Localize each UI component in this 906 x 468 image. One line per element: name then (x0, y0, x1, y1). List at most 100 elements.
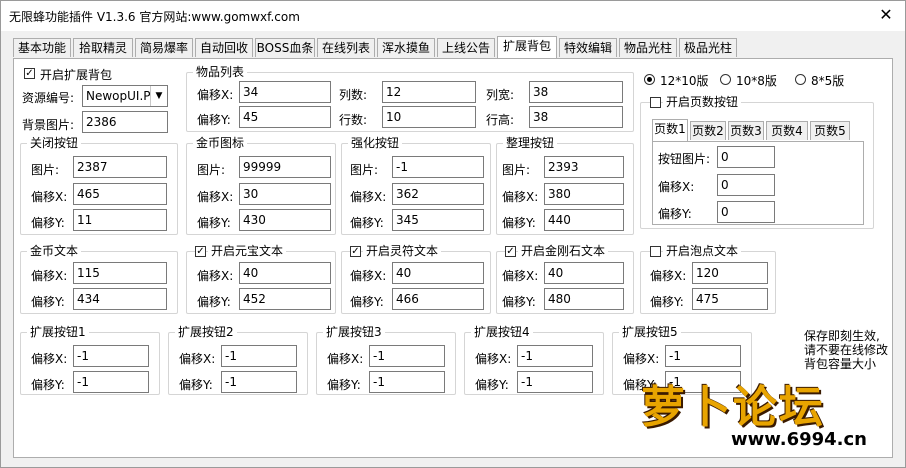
page-tab-3[interactable]: 页数3 (728, 121, 764, 140)
gold-text-y-input[interactable]: 434 (73, 288, 167, 310)
page-button-y-input[interactable]: 0 (717, 201, 775, 223)
close-button-x-label: 偏移X: (31, 190, 68, 204)
lingfu-text-checkbox[interactable]: ✓ (350, 246, 361, 257)
page-tab-bar: 页数1 页数2 页数3 页数4 页数5 (652, 119, 864, 141)
diamond-text-y-input[interactable]: 480 (544, 288, 624, 310)
yuanbao-text-y-input[interactable]: 452 (239, 288, 331, 310)
version-10x8-radio[interactable] (720, 74, 731, 85)
gold-icon-x-input[interactable]: 30 (239, 183, 331, 205)
resource-id-select[interactable]: NewopUI.Pak ▼ (82, 85, 168, 107)
lingfu-text-x-input[interactable]: 40 (392, 262, 484, 284)
item-list-group: 物品列表 偏移X: 34 偏移Y: 45 列数: 12 行数: 10 列宽: 3… (186, 65, 634, 132)
chevron-down-icon[interactable]: ▼ (150, 86, 167, 106)
tab-extend-bag[interactable]: 扩展背包 (497, 36, 557, 58)
ext-button-4-y-input[interactable]: -1 (517, 371, 593, 393)
ext-button-2-x-input[interactable]: -1 (221, 345, 297, 367)
close-button-x-input[interactable]: 465 (73, 183, 167, 205)
bubble-text-checkbox[interactable] (650, 246, 661, 257)
yuanbao-text-checkbox[interactable]: ✓ (195, 246, 206, 257)
page-tab-2[interactable]: 页数2 (690, 121, 726, 140)
ext-button-1-x-input[interactable]: -1 (73, 345, 149, 367)
tab-online-list[interactable]: 在线列表 (317, 38, 375, 57)
close-icon[interactable]: ✕ (875, 4, 897, 26)
page-button-x-label: 偏移X: (658, 180, 695, 194)
yuanbao-text-x-input[interactable]: 40 (239, 262, 331, 284)
close-button-y-input[interactable]: 11 (73, 209, 167, 231)
close-button-title: 关闭按钮 (27, 136, 82, 150)
item-list-offset-y-input[interactable]: 45 (239, 106, 331, 128)
enhance-button-y-label: 偏移Y: (350, 216, 384, 230)
tab-boss-bar[interactable]: BOSS血条 (255, 38, 315, 57)
enable-extend-bag-checkbox[interactable]: ✓ (24, 68, 35, 79)
tab-rare-beam[interactable]: 极品光柱 (679, 38, 737, 57)
item-list-rowh-input[interactable]: 38 (529, 106, 623, 128)
lingfu-text-y-input[interactable]: 466 (392, 288, 484, 310)
item-list-colw-label: 列宽: (486, 88, 515, 102)
enhance-button-y-input[interactable]: 345 (392, 209, 484, 231)
version-12x10-radio[interactable] (644, 74, 655, 85)
enhance-button-img-input[interactable]: -1 (392, 156, 484, 178)
item-list-cols-input[interactable]: 12 (382, 81, 476, 103)
ext-button-4-x-input[interactable]: -1 (517, 345, 593, 367)
watermark: 萝卜论坛 www.6994.cn (627, 363, 899, 463)
ext-button-2-title: 扩展按钮2 (175, 325, 237, 339)
enable-page-buttons-label: 开启页数按钮 (663, 95, 742, 109)
page-button-img-input[interactable]: 0 (717, 146, 775, 168)
item-list-offset-x-label: 偏移X: (197, 88, 234, 102)
ext-button-4-x-label: 偏移X: (475, 352, 512, 366)
close-button-img-input[interactable]: 2387 (73, 156, 167, 178)
page-button-x-input[interactable]: 0 (717, 174, 775, 196)
gold-icon-group: 金币图标 图片: 99999 偏移X: 30 偏移Y: 430 (186, 136, 336, 235)
ext-button-3-y-input[interactable]: -1 (369, 371, 445, 393)
diamond-text-checkbox[interactable]: ✓ (505, 246, 516, 257)
item-list-rows-input[interactable]: 10 (382, 106, 476, 128)
enhance-button-x-input[interactable]: 362 (392, 183, 484, 205)
tab-login-notice[interactable]: 上线公告 (437, 38, 495, 57)
page-tab-4[interactable]: 页数4 (766, 121, 808, 140)
bg-image-input[interactable]: 2386 (82, 111, 168, 133)
tab-pickup[interactable]: 拾取精灵 (73, 38, 133, 57)
page-tab-5[interactable]: 页数5 (810, 121, 850, 140)
ext-button-1-y-input[interactable]: -1 (73, 371, 149, 393)
diamond-text-x-input[interactable]: 40 (544, 262, 624, 284)
save-note-line-2: 请不要在线修改 (804, 343, 889, 357)
enable-page-buttons-checkbox[interactable] (650, 97, 661, 108)
ext-button-1-x-label: 偏移X: (31, 352, 68, 366)
sort-button-img-input[interactable]: 2393 (544, 156, 624, 178)
enhance-button-group: 强化按钮 图片: -1 偏移X: 362 偏移Y: 345 (341, 136, 491, 235)
sort-button-img-label: 图片: (502, 163, 531, 177)
version-8x5-label: 8*5版 (811, 74, 845, 88)
item-list-colw-input[interactable]: 38 (529, 81, 623, 103)
bubble-text-y-label: 偏移Y: (650, 295, 684, 309)
tab-effects[interactable]: 特效编辑 (559, 38, 617, 57)
ext-button-3-x-label: 偏移X: (327, 352, 364, 366)
tab-item-beam[interactable]: 物品光柱 (619, 38, 677, 57)
gold-text-x-input[interactable]: 115 (73, 262, 167, 284)
item-list-offset-x-input[interactable]: 34 (239, 81, 331, 103)
gold-text-group: 金币文本 偏移X: 115 偏移Y: 434 (20, 244, 178, 314)
bubble-text-y-input[interactable]: 475 (692, 288, 768, 310)
ext-button-3-x-input[interactable]: -1 (369, 345, 445, 367)
page-tab-1[interactable]: 页数1 (652, 119, 688, 141)
gold-icon-y-input[interactable]: 430 (239, 209, 331, 231)
lingfu-text-group: ✓ 开启灵符文本 偏移X: 40 偏移Y: 466 (341, 244, 491, 314)
item-list-rowh-label: 行高: (486, 113, 515, 127)
sort-button-x-input[interactable]: 380 (544, 183, 624, 205)
bubble-text-x-input[interactable]: 120 (692, 262, 768, 284)
gold-icon-img-input[interactable]: 99999 (239, 156, 331, 178)
item-list-offset-y-label: 偏移Y: (197, 113, 231, 127)
sort-button-y-input[interactable]: 440 (544, 209, 624, 231)
gold-text-y-label: 偏移Y: (31, 295, 65, 309)
yuanbao-text-x-label: 偏移X: (197, 269, 234, 283)
tab-recycle[interactable]: 自动回收 (195, 38, 253, 57)
ext-button-2-y-input[interactable]: -1 (221, 371, 297, 393)
version-8x5-radio[interactable] (795, 74, 806, 85)
ext-button-2-y-label: 偏移Y: (179, 378, 213, 392)
diamond-text-y-label: 偏移Y: (502, 295, 536, 309)
gold-text-x-label: 偏移X: (31, 269, 68, 283)
version-10x8-label: 10*8版 (736, 74, 777, 88)
gold-text-title: 金币文本 (27, 244, 82, 258)
tab-droprate[interactable]: 简易爆率 (135, 38, 193, 57)
tab-muddy[interactable]: 浑水摸鱼 (377, 38, 435, 57)
tab-basic[interactable]: 基本功能 (13, 38, 71, 57)
